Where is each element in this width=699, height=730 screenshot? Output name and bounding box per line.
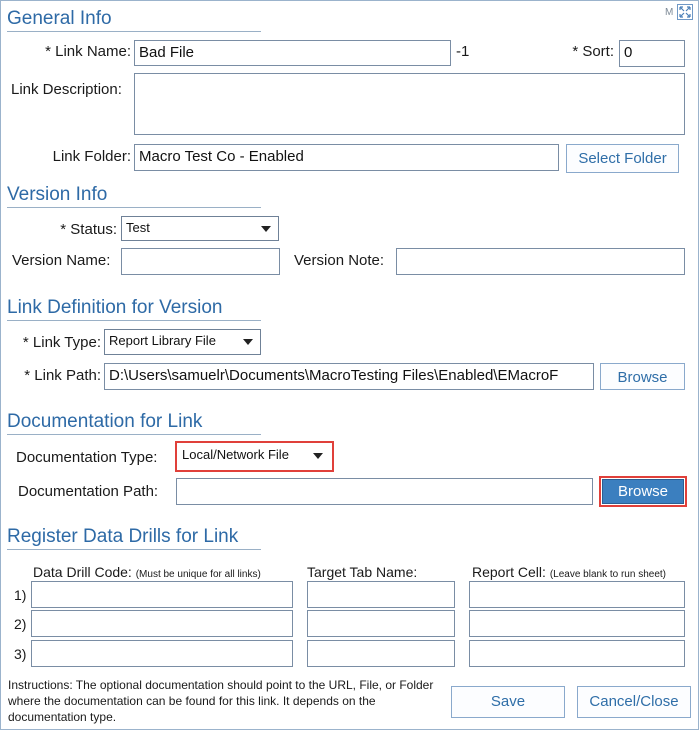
link-definition-divider [7,320,261,321]
status-label: * Status: [60,221,117,238]
save-button[interactable]: Save [451,686,565,718]
documentation-divider [7,434,261,435]
drill-code-input[interactable] [31,581,293,608]
target-tab-header: Target Tab Name: [307,564,418,580]
link-type-label: * Link Type: [22,334,101,351]
data-drills-divider [7,549,261,550]
link-path-label: * Link Path: [24,367,101,384]
version-name-label: Version Name: [12,252,111,269]
select-folder-button[interactable]: Select Folder [566,144,679,173]
status-select[interactable]: Test [121,216,279,241]
instructions-text: Instructions: The optional documentation… [8,678,434,724]
cancel-close-button[interactable]: Cancel/Close [577,686,691,718]
version-name-input[interactable] [121,248,280,275]
drill-code-header-label: Data Drill Code: [33,564,132,580]
drill-row-number: 2) [14,616,27,632]
doc-browse-button[interactable]: Browse [602,479,684,504]
version-info-divider [7,207,261,208]
link-folder-label: Link Folder: [52,148,131,165]
drill-code-input[interactable] [31,640,293,667]
drill-tab-input[interactable] [307,610,455,637]
drill-code-header: Data Drill Code: (Must be unique for all… [33,564,261,580]
link-definition-title: Link Definition for Version [7,297,223,318]
chevron-down-icon [243,339,253,345]
doc-type-label: Documentation Type: [16,449,158,466]
drill-tab-input[interactable] [307,640,455,667]
link-path-browse-button[interactable]: Browse [600,363,685,390]
link-description-label: Link Description: [11,81,122,98]
link-path-input[interactable]: D:\Users\samuelr\Documents\MacroTesting … [104,363,594,390]
sort-input[interactable]: 0 [619,40,685,67]
status-select-value: Test [126,220,150,235]
doc-path-label: Documentation Path: [18,483,159,500]
chevron-down-icon [313,453,323,459]
minimize-label[interactable]: M [665,7,673,18]
drill-row-number: 1) [14,587,27,603]
report-cell-header-label: Report Cell: [472,564,546,580]
link-description-textarea[interactable] [134,73,685,135]
link-type-select[interactable]: Report Library File [104,329,261,355]
link-name-label: * Link Name: [45,43,131,60]
link-id-value: -1 [456,43,470,60]
drill-cell-input[interactable] [469,581,685,608]
report-cell-header: Report Cell: (Leave blank to run sheet) [472,564,666,580]
link-name-input[interactable]: Bad File [134,40,451,66]
report-cell-note: (Leave blank to run sheet) [549,569,666,580]
drill-cell-input[interactable] [469,610,685,637]
doc-path-input[interactable] [176,478,593,505]
documentation-title: Documentation for Link [7,411,203,432]
version-note-label: Version Note: [294,252,385,269]
version-info-title: Version Info [7,184,108,205]
general-info-title: General Info [7,8,112,29]
link-type-select-value: Report Library File [109,333,216,348]
sort-label: * Sort: [572,43,614,60]
version-note-input[interactable] [396,248,685,275]
general-info-divider [7,31,261,32]
doc-type-select-value: Local/Network File [182,447,289,462]
drill-row-number: 3) [14,646,27,662]
data-drills-title: Register Data Drills for Link [7,526,239,547]
chevron-down-icon [261,226,271,232]
expand-arrows-icon[interactable] [677,4,693,20]
link-folder-input[interactable]: Macro Test Co - Enabled [134,144,559,171]
drill-tab-input[interactable] [307,581,455,608]
drill-code-input[interactable] [31,610,293,637]
drill-code-note: (Must be unique for all links) [135,569,261,580]
drill-cell-input[interactable] [469,640,685,667]
doc-type-select[interactable]: Local/Network File [178,444,330,468]
